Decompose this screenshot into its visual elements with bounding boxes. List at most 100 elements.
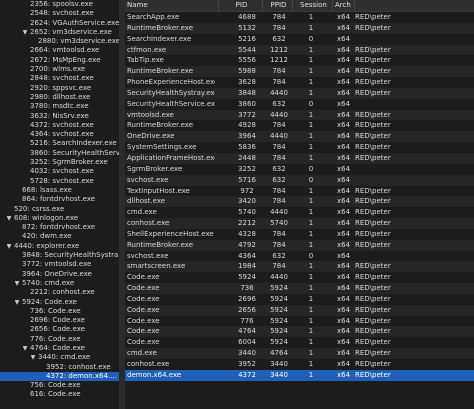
table-row[interactable]: vmtoolsd.exe 3772 4440 1 x64 RED\peter bbox=[125, 109, 474, 121]
column-header-user[interactable] bbox=[355, 0, 474, 11]
table-row[interactable]: ApplicationFrameHost.exe 2448 784 1 x64 RED\p… bbox=[125, 152, 474, 164]
tree-item[interactable]: ▼ 5740: cmd.exe bbox=[0, 279, 119, 288]
tree-item[interactable]: 872: fontdrvhost.exe bbox=[0, 223, 119, 232]
tree-item[interactable]: 3772: vmtoolsd.exe bbox=[0, 260, 119, 269]
tree-item[interactable]: 2548: svchost.exe bbox=[0, 9, 119, 18]
tree-item[interactable]: 3780: msdtc.exe bbox=[0, 102, 119, 111]
column-header-pid[interactable]: PID bbox=[219, 0, 263, 11]
tree-item[interactable]: 2880: vm3dservice.exe bbox=[0, 37, 119, 46]
tree-item[interactable]: 2656: Code.exe bbox=[0, 325, 119, 334]
table-row[interactable]: svchost.exe 4364 632 0 x64 bbox=[125, 251, 474, 262]
tree-item[interactable]: ▼ 4764: Code.exe bbox=[0, 344, 119, 353]
tree-item[interactable]: ▼ 608: winlogon.exe bbox=[0, 214, 119, 223]
tree-item[interactable]: 4032: svchost.exe bbox=[0, 167, 119, 176]
cell-name: svchost.exe bbox=[127, 175, 169, 184]
table-row[interactable]: SearchIndexer.exe 5216 632 0 x64 bbox=[125, 34, 474, 45]
tree-item[interactable]: 668: lsass.exe bbox=[0, 186, 119, 195]
tree-item[interactable]: 3964: OneDrive.exe bbox=[0, 270, 119, 279]
cell-name: Code.exe bbox=[127, 338, 160, 347]
table-row[interactable]: Code.exe 5924 4440 1 x64 RED\peter bbox=[125, 272, 474, 283]
tree-item[interactable]: 2356: spoolsv.exe bbox=[0, 0, 119, 9]
expand-caret-icon[interactable]: ▼ bbox=[13, 279, 21, 288]
table-row[interactable]: PhoneExperienceHost.exe 3628 784 1 x64 RED\pe… bbox=[125, 77, 474, 88]
table-row[interactable]: dllhost.exe 3420 784 1 x64 RED\peter bbox=[125, 196, 474, 208]
table-row[interactable]: conhost.exe 3952 3440 1 x64 RED\peter bbox=[125, 359, 474, 370]
table-row[interactable]: SgrmBroker.exe 3252 632 0 x64 bbox=[125, 164, 474, 175]
table-row[interactable]: cmd.exe 3440 4764 1 x64 RED\peter bbox=[125, 348, 474, 359]
tree-item[interactable]: 3860: SecurityHealthService bbox=[0, 149, 119, 158]
tree-item[interactable]: 4372: svchost.exe bbox=[0, 121, 119, 130]
tree-item[interactable]: 5728: svchost.exe bbox=[0, 177, 119, 186]
tree-item[interactable]: 5216: SearchIndexer.exe bbox=[0, 139, 119, 148]
tree-item[interactable]: 420: dwm.exe bbox=[0, 232, 119, 241]
expand-caret-icon[interactable]: ▼ bbox=[29, 353, 37, 362]
table-row[interactable]: Code.exe 2696 5924 1 x64 RED\peter bbox=[125, 294, 474, 305]
expand-caret-icon[interactable]: ▼ bbox=[5, 214, 13, 223]
table-row[interactable]: RuntimeBroker.exe 5132 784 1 x64 RED\peter bbox=[125, 22, 474, 34]
table-row[interactable]: SystemSettings.exe 5836 784 1 x64 RED\peter bbox=[125, 142, 474, 153]
table-row[interactable]: Code.exe 776 5924 1 x64 RED\peter bbox=[125, 316, 474, 327]
tree-item[interactable]: 2980: dllhost.exe bbox=[0, 93, 119, 102]
tree-item[interactable]: 736: Code.exe bbox=[0, 307, 119, 316]
table-row[interactable]: TextInputHost.exe 972 784 1 x64 RED\peter bbox=[125, 186, 474, 197]
table-row[interactable]: conhost.exe 2212 5740 1 x64 RED\peter bbox=[125, 218, 474, 229]
tree-item[interactable]: 2696: Code.exe bbox=[0, 316, 119, 325]
cell-session: 0 bbox=[308, 164, 314, 173]
tree-item[interactable]: ▼ 5924: Code.exe bbox=[0, 298, 119, 307]
tree-item[interactable]: 4364: svchost.exe bbox=[0, 130, 119, 139]
cell-name: SgrmBroker.exe bbox=[127, 164, 183, 173]
table-row[interactable]: Code.exe 6004 5924 1 x64 RED\peter bbox=[125, 337, 474, 348]
tree-item[interactable]: 3252: SgrmBroker.exe bbox=[0, 158, 119, 167]
expand-caret-icon[interactable]: ▼ bbox=[13, 298, 21, 307]
table-row[interactable]: SecurityHealthSystray.exe 3848 4440 1 x64 RED… bbox=[125, 87, 474, 99]
tree-item[interactable]: ▼ 4440: explorer.exe bbox=[0, 242, 119, 251]
tree-item[interactable]: 2700: wlms.exe bbox=[0, 65, 119, 74]
table-row[interactable]: RuntimeBroker.exe 5988 784 1 x64 RED\peter bbox=[125, 66, 474, 78]
table-row[interactable]: Code.exe 4764 5924 1 x64 RED\peter bbox=[125, 326, 474, 338]
table-row[interactable]: RuntimeBroker.exe 4792 784 1 x64 RED\peter bbox=[125, 239, 474, 251]
tree-item[interactable]: 776: Code.exe bbox=[0, 335, 119, 344]
tree-item[interactable]: 3952: conhost.exe bbox=[0, 363, 119, 372]
tree-item[interactable]: 2664: vmtoolsd.exe bbox=[0, 46, 119, 55]
tree-item[interactable]: 3632: NisSrv.exe bbox=[0, 112, 119, 121]
column-header-name[interactable]: Name bbox=[125, 0, 219, 11]
tree-item[interactable]: 520: csrss.exe bbox=[0, 205, 119, 214]
tree-item-label: 5924: Code.exe bbox=[22, 297, 77, 306]
expand-caret-icon[interactable]: ▼ bbox=[5, 242, 13, 251]
column-header-session[interactable]: Session bbox=[293, 0, 333, 11]
tree-item[interactable]: 864: fontdrvhost.exe bbox=[0, 195, 119, 204]
table-row[interactable]: SearchApp.exe 4688 784 1 x64 RED\peter bbox=[125, 12, 474, 23]
tree-item[interactable]: ▼ 3440: cmd.exe bbox=[0, 353, 119, 362]
table-row[interactable]: TabTip.exe 5556 1212 1 x64 RED\peter bbox=[125, 55, 474, 66]
tree-item[interactable]: 756: Code.exe bbox=[0, 381, 119, 390]
table-row[interactable]: Code.exe 2656 5924 1 x64 RED\peter bbox=[125, 304, 474, 316]
table-row[interactable]: smartscreen.exe 1984 784 1 x64 RED\peter bbox=[125, 261, 474, 273]
cell-name: ctfmon.exe bbox=[127, 45, 167, 54]
tree-item[interactable]: 2848: svchost.exe bbox=[0, 74, 119, 83]
table-row[interactable]: ShellExperienceHost.exe 4328 784 1 x64 RED\pe… bbox=[125, 229, 474, 240]
cell-user bbox=[355, 175, 425, 186]
table-row[interactable]: demon.x64.exe 4372 3440 1 x64 RED\peter bbox=[125, 369, 474, 381]
expand-caret-icon[interactable]: ▼ bbox=[21, 28, 29, 37]
cell-name: PhoneExperienceHost.exe bbox=[127, 78, 215, 87]
process-tree-panel[interactable]: 2356: spoolsv.exe 2548: svchost.exe 2624: … bbox=[0, 0, 119, 409]
table-row[interactable]: Code.exe 736 5924 1 x64 RED\peter bbox=[125, 283, 474, 294]
tree-item[interactable]: 2920: sppsvc.exe bbox=[0, 84, 119, 93]
table-row[interactable]: OneDrive.exe 3964 4440 1 x64 RED\peter bbox=[125, 131, 474, 143]
tree-item[interactable]: 2672: MsMpEng.exe bbox=[0, 56, 119, 65]
tree-item[interactable]: ▼ 2652: vm3dservice.exe bbox=[0, 28, 119, 37]
tree-item[interactable]: 2624: VGAuthService.exe bbox=[0, 19, 119, 28]
table-row[interactable]: SecurityHealthService.exe 3860 632 0 x64 bbox=[125, 99, 474, 110]
tree-item[interactable]: 4372: demon.x64.... bbox=[0, 371, 119, 382]
tree-item[interactable]: 3848: SecurityHealthSystra bbox=[0, 251, 119, 260]
expand-caret-icon[interactable]: ▼ bbox=[21, 344, 29, 353]
column-header-ppid[interactable]: PPID bbox=[263, 0, 293, 11]
cell-name: ShellExperienceHost.exe bbox=[127, 229, 214, 238]
table-row[interactable]: svchost.exe 5716 632 0 x64 bbox=[125, 174, 474, 186]
tree-item[interactable]: 2212: conhost.exe bbox=[0, 288, 119, 297]
column-header-arch[interactable]: Arch bbox=[333, 0, 355, 11]
table-row[interactable]: cmd.exe 5740 4440 1 x64 RED\peter bbox=[125, 207, 474, 218]
table-row[interactable]: ctfmon.exe 5544 1212 1 x64 RED\peter bbox=[125, 44, 474, 56]
tree-item[interactable]: 616: Code.exe bbox=[0, 390, 119, 399]
table-row[interactable]: RuntimeBroker.exe 4928 784 1 x64 RED\peter bbox=[125, 120, 474, 131]
